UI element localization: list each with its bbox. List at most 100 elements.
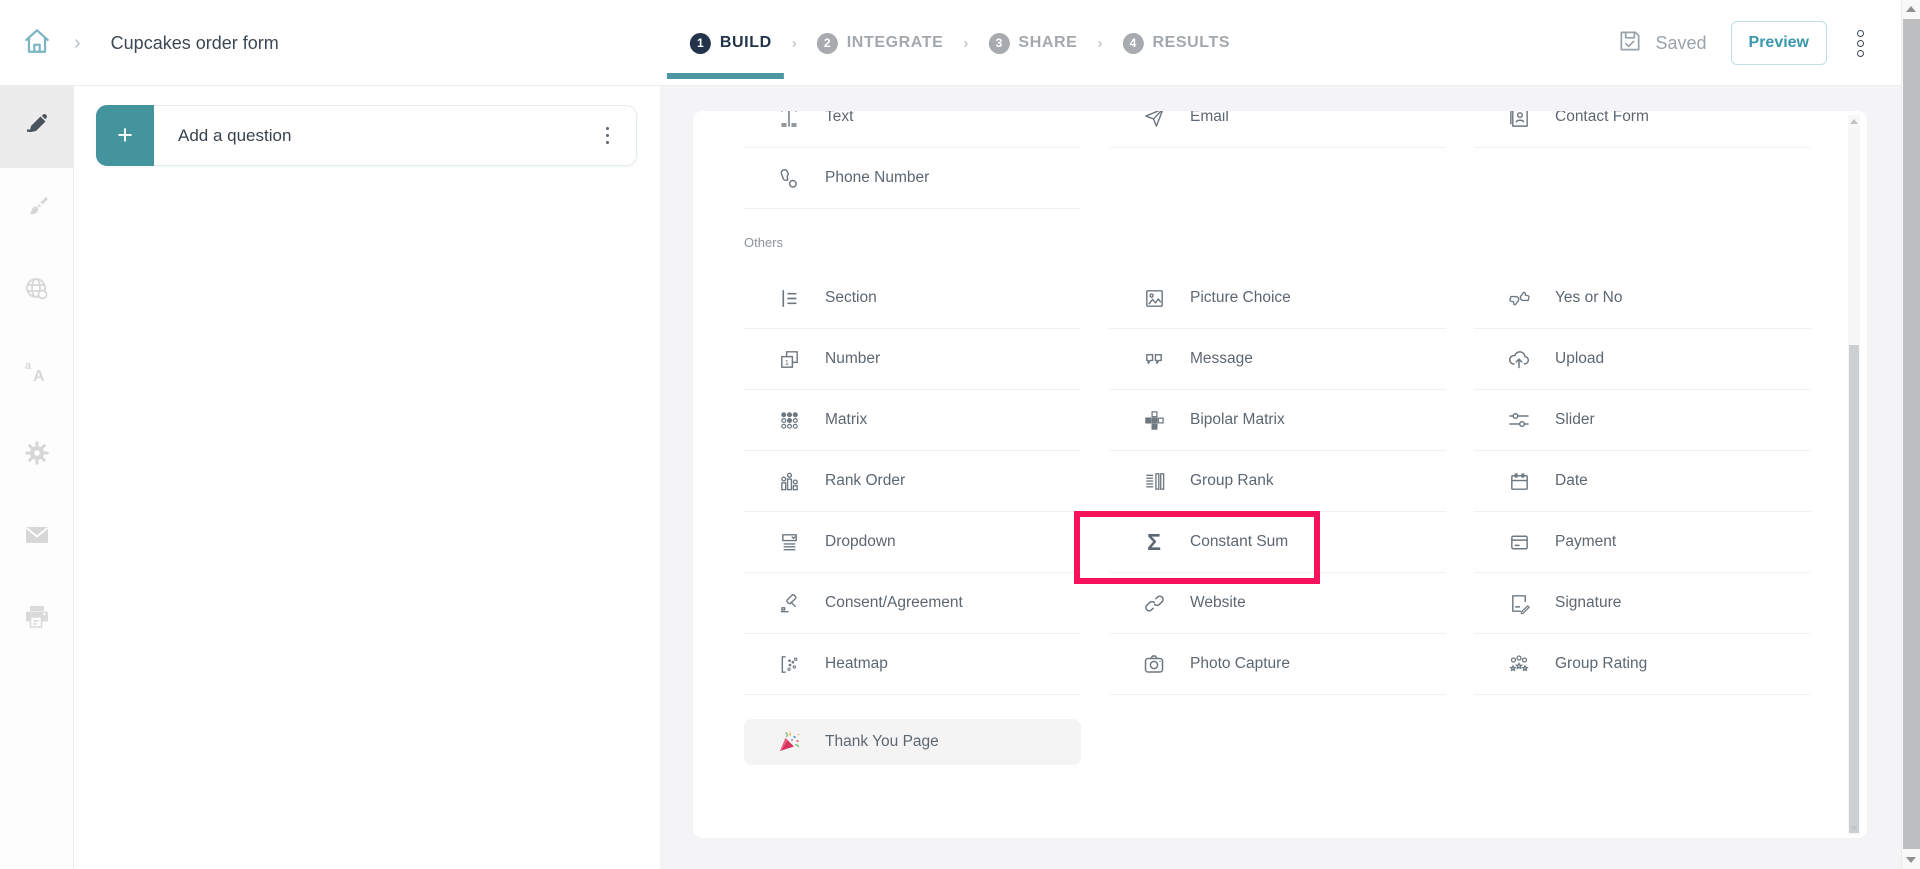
matrix-icon xyxy=(777,408,801,432)
empty-cell xyxy=(1474,148,1811,209)
question-type-email[interactable]: Email xyxy=(1109,111,1446,148)
sidebar-item-translate[interactable]: a A xyxy=(0,332,74,414)
picker-scrollbar-thumb[interactable] xyxy=(1849,345,1859,833)
sidebar-item-settings[interactable] xyxy=(0,414,74,496)
workflow-steps: 1 BUILD › 2 INTEGRATE › 3 SHARE › 4 RESU… xyxy=(690,0,1230,86)
sidebar-item-build-questions[interactable] xyxy=(0,86,74,168)
preview-button[interactable]: Preview xyxy=(1731,21,1827,65)
question-type-photo-capture[interactable]: Photo Capture xyxy=(1109,634,1446,695)
question-type-number[interactable]: 1 Number xyxy=(744,329,1081,390)
question-type-section[interactable]: Section xyxy=(744,268,1081,329)
sidebar-item-email[interactable] xyxy=(0,496,74,578)
tab-share[interactable]: 3 SHARE xyxy=(988,33,1077,54)
sidebar-item-design[interactable] xyxy=(0,168,74,250)
link-icon xyxy=(1142,591,1166,615)
question-type-payment[interactable]: Payment xyxy=(1474,512,1811,573)
question-type-contact-form[interactable]: Contact Form xyxy=(1474,111,1811,148)
question-type-upload[interactable]: Upload xyxy=(1474,329,1811,390)
thank-you-row: Thank You Page xyxy=(744,695,1081,765)
sidebar-item-globe-settings[interactable] xyxy=(0,250,74,332)
scroll-down-arrow-icon[interactable] xyxy=(1906,857,1916,863)
question-type-phone-number[interactable]: Phone Number xyxy=(744,148,1081,209)
question-type-signature[interactable]: Signature xyxy=(1474,573,1811,634)
question-type-matrix[interactable]: Matrix xyxy=(744,390,1081,451)
top-header: › Cupcakes order form 1 BUILD › 2 INTEGR… xyxy=(0,0,1920,86)
more-options-kebab-icon[interactable] xyxy=(1851,24,1870,63)
question-type-yes-or-no[interactable]: Yes or No xyxy=(1474,268,1811,329)
question-type-website[interactable]: Website xyxy=(1109,573,1446,634)
question-type-text[interactable]: Text xyxy=(744,111,1081,148)
saved-label: Saved xyxy=(1655,33,1706,54)
others-section-heading: Others xyxy=(693,209,1867,268)
group-rank-icon xyxy=(1142,469,1166,493)
picture-choice-icon xyxy=(1142,286,1166,310)
question-type-rank-order[interactable]: Rank Order xyxy=(744,451,1081,512)
signature-icon xyxy=(1507,591,1531,615)
gavel-icon xyxy=(777,591,801,615)
svg-text:a: a xyxy=(25,360,32,372)
question-type-heatmap[interactable]: Heatmap xyxy=(744,634,1081,695)
credit-card-icon xyxy=(1507,530,1531,554)
thumbs-up-down-icon xyxy=(1507,286,1531,310)
contact-form-icon xyxy=(1507,111,1531,129)
tab-integrate[interactable]: 2 INTEGRATE xyxy=(817,33,944,54)
pencil-icon xyxy=(24,112,50,143)
step-number-badge: 1 xyxy=(690,33,711,54)
question-type-group-rank[interactable]: Group Rank xyxy=(1109,451,1446,512)
empty-cell xyxy=(1109,148,1446,209)
question-type-consent-agreement[interactable]: Consent/Agreement xyxy=(744,573,1081,634)
question-type-picker: Text Email Contact Form xyxy=(693,111,1867,838)
save-status: Saved xyxy=(1617,28,1706,59)
question-type-date[interactable]: Date xyxy=(1474,451,1811,512)
group-rating-icon xyxy=(1507,652,1531,676)
phone-icon xyxy=(777,166,801,190)
gear-icon xyxy=(23,439,51,472)
svg-text:A: A xyxy=(33,368,45,385)
chevron-right-icon: › xyxy=(792,35,797,52)
breadcrumb: › Cupcakes order form xyxy=(0,0,279,86)
add-question-button[interactable]: + Add a question xyxy=(96,105,637,166)
question-type-constant-sum[interactable]: Σ Constant Sum xyxy=(1109,512,1446,573)
home-icon xyxy=(22,26,52,61)
save-icon xyxy=(1617,28,1643,59)
window-scrollbar-thumb[interactable] xyxy=(1903,19,1920,849)
breadcrumb-separator-icon: › xyxy=(74,32,81,55)
email-icon xyxy=(1142,111,1166,129)
paint-brush-icon xyxy=(24,194,50,225)
question-type-dropdown[interactable]: Dropdown xyxy=(744,512,1081,573)
svg-text:1: 1 xyxy=(784,357,788,366)
translate-icon: a A xyxy=(23,357,51,390)
plus-icon: + xyxy=(96,105,154,166)
question-type-message[interactable]: Message xyxy=(1109,329,1446,390)
message-icon xyxy=(1142,347,1166,371)
scroll-up-arrow-icon[interactable] xyxy=(1906,6,1916,12)
question-type-picture-choice[interactable]: Picture Choice xyxy=(1109,268,1446,329)
form-title: Cupcakes order form xyxy=(111,33,279,54)
chevron-right-icon: › xyxy=(1097,35,1102,52)
globe-icon xyxy=(23,275,51,308)
printer-icon xyxy=(23,603,51,636)
sigma-icon: Σ xyxy=(1142,530,1166,554)
rank-order-icon xyxy=(777,469,801,493)
chevron-right-icon: › xyxy=(963,35,968,52)
empty-cell xyxy=(1109,695,1446,756)
scroll-down-arrow-icon[interactable] xyxy=(1850,826,1858,831)
slider-icon xyxy=(1507,408,1531,432)
window-scrollbar[interactable] xyxy=(1901,0,1920,869)
tab-results[interactable]: 4 RESULTS xyxy=(1122,33,1230,54)
question-type-slider[interactable]: Slider xyxy=(1474,390,1811,451)
step-number-badge: 2 xyxy=(817,33,838,54)
empty-cell xyxy=(1474,695,1811,756)
question-type-thank-you-page[interactable]: Thank You Page xyxy=(744,719,1081,765)
question-type-bipolar-matrix[interactable]: Bipolar Matrix xyxy=(1109,390,1446,451)
question-type-group-rating[interactable]: Group Rating xyxy=(1474,634,1811,695)
number-icon: 1 xyxy=(777,347,801,371)
bipolar-matrix-icon xyxy=(1142,408,1166,432)
home-button[interactable] xyxy=(0,0,74,86)
question-options-kebab-icon[interactable] xyxy=(601,122,615,150)
picker-scrollbar[interactable] xyxy=(1848,115,1860,835)
sidebar-item-print[interactable] xyxy=(0,578,74,660)
section-icon xyxy=(777,286,801,310)
tab-build[interactable]: 1 BUILD xyxy=(690,33,772,54)
scroll-up-arrow-icon[interactable] xyxy=(1850,119,1858,124)
